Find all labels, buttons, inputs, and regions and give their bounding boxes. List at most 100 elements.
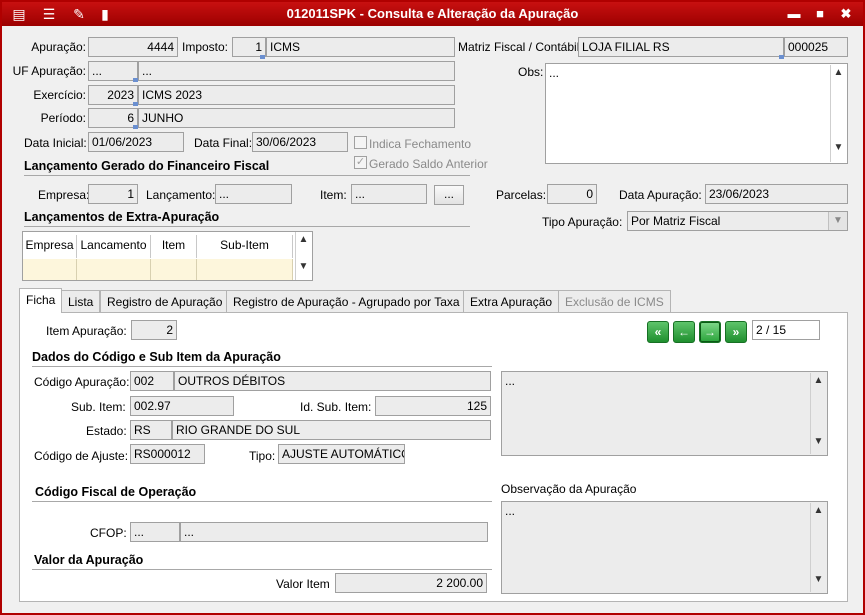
imposto-label: Imposto: [182, 40, 229, 54]
section-divider [32, 501, 492, 502]
lancamento-field[interactable]: ... [215, 184, 292, 204]
dados-section-title: Dados do Código e Sub Item da Apuração [32, 350, 281, 364]
codigo-apuracao-code-field[interactable]: 002 [130, 371, 174, 391]
close-button[interactable]: ✖ [836, 5, 856, 23]
indica-fechamento-label: Indica Fechamento [369, 137, 472, 151]
section-divider [24, 175, 470, 176]
cfop-section-title: Código Fiscal de Operação [35, 485, 197, 499]
sub-item-label: Sub. Item: [71, 400, 126, 414]
grid-header-item[interactable]: Item [151, 235, 197, 258]
obs-memo[interactable]: ... [545, 63, 848, 164]
id-sub-item-field[interactable]: 125 [375, 396, 491, 416]
item-apuracao-label: Item Apuração: [46, 324, 127, 338]
data-inicial-label: Data Inicial: [24, 136, 87, 150]
tab-registro-apuracao[interactable]: Registro de Apuração [100, 290, 230, 312]
data-inicial-field[interactable]: 01/06/2023 [88, 132, 184, 152]
lookup-marker-icon [779, 55, 784, 59]
codigo-ajuste-field[interactable]: RS000012 [130, 444, 205, 464]
matriz-code-field[interactable]: 000025 [784, 37, 848, 57]
extra-grid[interactable]: Empresa Lancamento Item Sub-Item ▲ ▼ [22, 231, 313, 281]
codigo-ajuste-label: Código de Ajuste: [34, 449, 129, 463]
maximize-button[interactable]: ■ [810, 5, 830, 23]
uf-name-field[interactable]: ... [138, 61, 455, 81]
section-divider [24, 226, 470, 227]
valor-item-field[interactable]: 2 200.00 [335, 573, 487, 593]
section-divider [32, 569, 492, 570]
grid-header-lancamento[interactable]: Lancamento [77, 235, 151, 258]
cfop-code-field[interactable]: ... [130, 522, 180, 542]
tab-exclusao-icms[interactable]: Exclusão de ICMS [558, 290, 671, 312]
grid-cell[interactable] [77, 259, 151, 280]
extra-section-title: Lançamentos de Extra-Apuração [24, 210, 220, 224]
grid-cell[interactable] [197, 259, 293, 280]
descricao-scrollbar[interactable]: ▲ ▼ [810, 373, 826, 454]
matriz-name-field[interactable]: LOJA FILIAL RS [578, 37, 784, 57]
valor-item-label: Valor Item [276, 577, 330, 591]
first-record-icon[interactable]: « [647, 321, 669, 343]
exercicio-label: Exercício: [33, 88, 86, 102]
id-sub-item-label: Id. Sub. Item: [300, 400, 372, 414]
gerado-saldo-checkbox[interactable]: ✓ [354, 156, 367, 169]
uf-code-field[interactable]: ... [88, 61, 138, 81]
lancamento-label: Lançamento: [146, 188, 216, 202]
periodo-code-field[interactable]: 6 [88, 108, 138, 128]
tab-lista[interactable]: Lista [61, 290, 101, 312]
imposto-code-field[interactable]: 1 [232, 37, 266, 57]
section-divider [32, 366, 492, 367]
item-apuracao-field[interactable]: 2 [131, 320, 177, 340]
estado-name-field[interactable]: RIO GRANDE DO SUL [172, 420, 491, 440]
estado-code-field[interactable]: RS [130, 420, 172, 440]
estado-label: Estado: [86, 424, 127, 438]
tab-registro-agrupado[interactable]: Registro de Apuração - Agrupado por Taxa [226, 290, 467, 312]
lookup-marker-icon [260, 55, 265, 59]
imposto-name-field[interactable]: ICMS [266, 37, 455, 57]
apuracao-field[interactable]: 4444 [88, 37, 178, 57]
tipo-apuracao-select[interactable]: Por Matriz Fiscal [627, 211, 848, 231]
empresa-field[interactable]: 1 [88, 184, 138, 204]
gerado-saldo-label: Gerado Saldo Anterior [369, 157, 488, 171]
grid-header-subitem[interactable]: Sub-Item [197, 235, 293, 258]
last-record-icon[interactable]: » [725, 321, 747, 343]
tipo-field[interactable]: AJUSTE AUTOMÁTICO [278, 444, 405, 464]
data-apuracao-field[interactable]: 23/06/2023 [705, 184, 848, 204]
parcelas-field[interactable]: 0 [547, 184, 597, 204]
grid-cell[interactable] [151, 259, 197, 280]
page-indicator: 2 / 15 [752, 320, 820, 340]
obs-apuracao-scrollbar[interactable]: ▲ ▼ [810, 503, 826, 592]
browse-button[interactable]: ... [434, 185, 464, 205]
descricao-memo[interactable]: ... [501, 371, 828, 456]
exercicio-code-field[interactable]: 2023 [88, 85, 138, 105]
tipo-label: Tipo: [249, 449, 276, 463]
exercicio-name-field[interactable]: ICMS 2023 [138, 85, 455, 105]
prev-record-icon[interactable]: ← [673, 321, 695, 343]
chevron-down-icon[interactable]: ▼ [828, 212, 847, 230]
data-final-field[interactable]: 30/06/2023 [252, 132, 348, 152]
codigo-apuracao-desc-field[interactable]: OUTROS DÉBITOS [174, 371, 491, 391]
tab-ficha[interactable]: Ficha [19, 288, 63, 313]
grid-header-empresa[interactable]: Empresa [23, 235, 77, 258]
grid-cell[interactable] [23, 259, 77, 280]
next-record-icon[interactable]: → [699, 321, 721, 343]
item-field[interactable]: ... [351, 184, 427, 204]
uf-label: UF Apuração: [12, 64, 86, 78]
periodo-label: Período: [40, 111, 86, 125]
grid-scrollbar[interactable]: ▲ ▼ [295, 232, 311, 280]
obs-scrollbar[interactable]: ▲ ▼ [830, 65, 846, 162]
indica-fechamento-checkbox[interactable] [354, 136, 367, 149]
periodo-name-field[interactable]: JUNHO [138, 108, 455, 128]
obs-apuracao-memo[interactable]: ... [501, 501, 828, 594]
apuracao-label: Apuração: [31, 40, 86, 54]
empresa-label: Empresa: [38, 188, 90, 202]
item-label: Item: [320, 188, 347, 202]
tipo-apuracao-label: Tipo Apuração: [542, 215, 623, 229]
cfop-label: CFOP: [90, 526, 127, 540]
parcelas-label: Parcelas: [496, 188, 547, 202]
main-window: ▤ ☰ ✎ ▮ 012011SPK - Consulta e Alteração… [0, 0, 865, 615]
sub-item-field[interactable]: 002.97 [130, 396, 234, 416]
tab-extra-apuracao[interactable]: Extra Apuração [463, 290, 560, 312]
matriz-label: Matriz Fiscal / Contábil: [458, 40, 583, 54]
data-final-label: Data Final: [194, 136, 253, 150]
title-bar: ▤ ☰ ✎ ▮ 012011SPK - Consulta e Alteração… [2, 2, 863, 26]
minimize-button[interactable]: ▬ [784, 5, 804, 23]
cfop-desc-field[interactable]: ... [180, 522, 488, 542]
